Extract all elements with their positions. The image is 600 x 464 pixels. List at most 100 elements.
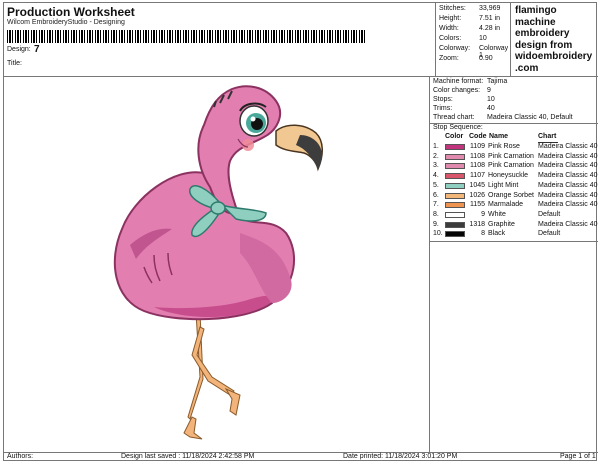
flamingo-legs — [183, 312, 241, 440]
stop-number: 5. — [433, 181, 439, 189]
footer: Authors: Design last saved : 11/18/2024 … — [4, 453, 598, 462]
stop-number: 10. — [433, 230, 443, 238]
machine-value: Madeira Classic 40, Default — [487, 114, 573, 121]
stop-number: 9. — [433, 220, 439, 228]
stat-value: 0.90 — [479, 55, 493, 62]
stop-row: 9. 1318 Graphite Madeira Classic 40 — [433, 221, 598, 230]
machine-value: 10 — [487, 96, 495, 103]
header-color: Color — [445, 133, 464, 140]
thread-chart: Madeira Classic 40 — [538, 162, 598, 170]
design-preview — [4, 77, 430, 453]
brand-line: flamingo — [515, 5, 557, 16]
thread-code: 1108 — [469, 162, 485, 170]
stat-value: 7.51 in — [479, 15, 501, 22]
brand-line: machine — [515, 16, 556, 28]
page-subtitle: Wilcom EmbroideryStudio - Designing — [7, 19, 125, 26]
header-panel: Production Worksheet Wilcom EmbroiderySt… — [4, 3, 436, 77]
thread-name: Pink Rose — [488, 143, 520, 150]
stop-number: 3. — [433, 162, 439, 170]
trims-row: Trims: 40 — [433, 105, 598, 114]
thread-name: Marmalade — [488, 201, 524, 209]
thread-name: Honeysuckle — [488, 172, 529, 180]
thread-chart: Default — [538, 230, 561, 238]
machine-value: 40 — [487, 105, 495, 112]
thread-code: 1155 — [469, 201, 485, 209]
stat-label: Colorway: — [439, 45, 471, 52]
stat-value: 4.28 in — [479, 25, 501, 32]
stat-stitches: Stitches: 33,969 — [439, 5, 511, 15]
stat-width: Width: 4.28 in — [439, 25, 511, 35]
thread-code: 1107 — [469, 172, 485, 180]
brand-line: design from — [515, 39, 573, 51]
stops-row: Stops: 10 — [433, 96, 598, 105]
stop-number: 8. — [433, 210, 439, 218]
thread-color-swatch — [445, 211, 465, 218]
thread-code: 1026 — [469, 191, 485, 199]
stat-label: Zoom: — [439, 55, 459, 62]
last-saved: Design last saved : 11/18/2024 2:42:58 P… — [121, 453, 255, 460]
barcode — [7, 30, 365, 43]
stat-label: Height: — [439, 15, 462, 22]
thread-code: 9 — [481, 210, 485, 218]
thread-name: White — [488, 210, 506, 218]
thread-chart: Default — [538, 210, 561, 218]
thread-color-swatch — [445, 202, 465, 209]
stat-colorway: Colorway: Colorway 1 — [439, 45, 511, 59]
stop-sequence-header: Color Code Name Chart — [433, 133, 598, 142]
stat-height: Height: 7.51 in — [439, 15, 511, 25]
stat-label: Stitches: — [439, 5, 466, 12]
page-number: Page 1 of 1 — [560, 453, 596, 460]
machine-format-row: Machine format: Tajima — [433, 78, 598, 87]
stat-label: Colors: — [439, 35, 462, 42]
stop-row: 5. 1045 Light Mint Madeira Classic 40 — [433, 182, 598, 191]
thread-color-swatch — [445, 231, 465, 238]
stat-colors: Colors: 10 — [439, 35, 511, 45]
machine-label: Trims: — [433, 105, 453, 112]
thread-color-swatch — [445, 192, 465, 199]
thread-chart: Madeira Classic 40 — [538, 172, 598, 180]
thread-name: Pink Carnation — [488, 162, 534, 170]
machine-label: Color changes: — [433, 87, 481, 94]
thread-chart: Madeira Classic 40 — [538, 220, 598, 228]
stop-row: 2. 1108 Pink Carnation Madeira Classic 40 — [433, 153, 598, 162]
thread-chart: Madeira Classic 40 — [538, 201, 598, 209]
stop-number: 7. — [433, 201, 439, 209]
brand-line: widoembroidery — [515, 51, 593, 62]
title-label: Title: — [7, 60, 22, 67]
thread-color-swatch — [445, 163, 465, 170]
stop-row: 6. 1026 Orange Sorbet Madeira Classic 40 — [433, 192, 598, 201]
design-value: 7 — [34, 44, 40, 55]
stop-number: 1. — [433, 143, 439, 150]
thread-code: 1109 — [469, 143, 485, 150]
stat-label: Width: — [439, 25, 459, 32]
date-printed: Date printed: 11/18/2024 3:01:20 PM — [343, 453, 458, 460]
thread-color-swatch — [445, 221, 465, 228]
thread-code: 1045 — [469, 181, 485, 189]
header-code: Code — [469, 133, 487, 140]
thread-name: Black — [488, 230, 506, 238]
brand-line: embroidery — [515, 28, 570, 39]
thread-name: Graphite — [488, 220, 515, 228]
brand-text: flamingo machine embroidery design from … — [511, 3, 598, 77]
thread-chart: Madeira Classic 40 — [538, 143, 598, 150]
stop-number: 2. — [433, 152, 439, 160]
stop-number: 4. — [433, 172, 439, 180]
stop-row: 8. 9 White Default — [433, 211, 598, 220]
thread-code: 8 — [481, 230, 485, 238]
thread-name: Pink Carnation — [488, 152, 534, 160]
machine-panel: Machine format: Tajima Color changes: 9 … — [430, 77, 598, 453]
thread-chart: Madeira Classic 40 — [538, 181, 598, 189]
thread-name: Light Mint — [488, 181, 519, 189]
flamingo-illustration — [113, 85, 323, 440]
stat-value: 33,969 — [479, 5, 501, 12]
thread-color-swatch — [445, 153, 465, 160]
thread-color-swatch — [445, 173, 465, 180]
stop-row: 7. 1155 Marmalade Madeira Classic 40 — [433, 201, 598, 210]
machine-value: Tajima — [487, 78, 508, 85]
flamingo-head — [197, 85, 323, 215]
thread-chart: Madeira Classic 40 — [538, 152, 598, 160]
brand-line: .com — [515, 62, 539, 74]
stop-row: 10. 8 Black Default — [433, 230, 598, 239]
machine-value: 9 — [487, 87, 491, 94]
divider — [430, 241, 598, 242]
